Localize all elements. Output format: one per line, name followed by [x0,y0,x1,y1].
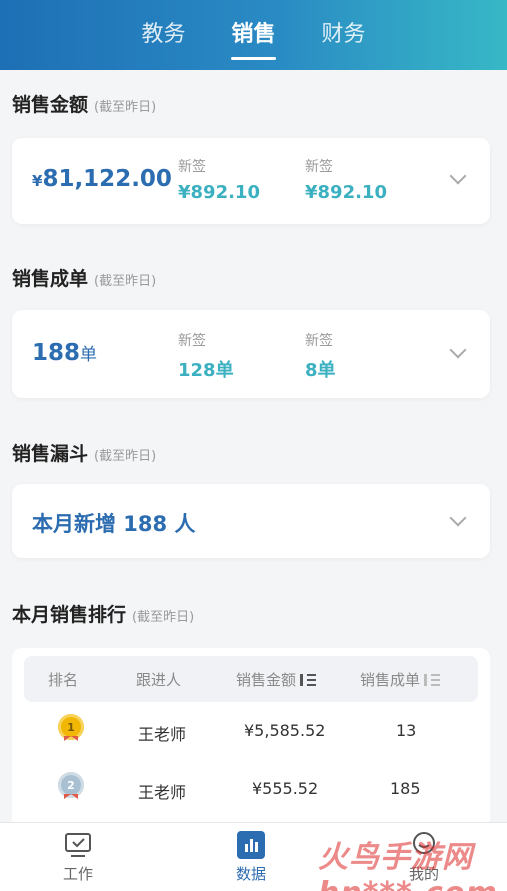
sales-amount-cell: ¥555.52 [252,779,319,798]
stat-value: 128单 [178,360,234,381]
section-subtitle: (截至昨日) [94,449,157,464]
chevron-down-icon[interactable] [449,341,467,359]
section-heading: 销售金额 [12,94,89,116]
nav-label: 数据 [235,865,266,883]
section-heading: 本月销售排行 [12,604,127,626]
col-sales-amount-label: 销售金额 [236,671,297,689]
sales-amount-title: 销售金额 (截至昨日) [12,90,156,117]
orders-value: 188 [32,340,81,366]
tab-sales[interactable]: 销售 [231,16,276,60]
col-sales-orders[interactable]: 销售成单 [360,669,441,690]
sales-orders-title: 销售成单 (截至昨日) [12,264,156,291]
rank-number: 2 [67,778,75,792]
section-subtitle: (截至昨日) [94,100,157,115]
sales-amount-value: 81,122.00 [42,166,172,192]
ranking-table: 排名 跟进人 销售金额 销售成单 1 王老师 ¥5,585.52 13 2 王老… [12,648,490,828]
ranking-title: 本月销售排行 (截至昨日) [12,600,194,627]
funnel-card[interactable]: 本月新增 188 人 [12,484,490,558]
funnel-title: 销售漏斗 (截至昨日) [12,439,156,466]
rank-number: 1 [67,720,75,734]
sales-orders-card[interactable]: 188单 新签 128单 新签 8单 [12,310,490,398]
ribbon-icon [64,736,78,741]
stat-value: 8单 [305,360,336,381]
new-signed-orders-1: 新签 128单 [178,330,234,382]
sales-orders-total: 188单 [32,340,97,366]
new-signed-amount-1: 新签 ¥892.10 [178,156,260,203]
col-sales-orders-label: 销售成单 [360,671,421,689]
section-subtitle: (截至昨日) [132,610,195,625]
sales-amount-total: ¥81,122.00 [32,166,172,192]
col-sales-amount[interactable]: 销售金额 [236,669,317,690]
stat-value: ¥892.10 [305,182,387,203]
nav-work[interactable]: 工作 [38,831,118,884]
sales-orders-cell: 185 [390,779,421,798]
new-signed-orders-2: 新签 8单 [305,330,336,382]
sales-amount-cell: ¥5,585.52 [244,721,326,740]
col-follower: 跟进人 [136,671,182,689]
section-heading: 销售漏斗 [12,443,89,465]
sort-icon[interactable] [300,673,317,687]
section-heading: 销售成单 [12,268,89,290]
top-tab-bar: 教务 销售 财务 [0,0,507,70]
col-rank: 排名 [48,671,79,689]
currency-symbol: ¥ [32,172,43,190]
nav-data[interactable]: 数据 [211,831,291,884]
monitor-check-icon [64,831,92,859]
funnel-new-this-month: 本月新增 188 人 [32,512,196,536]
chevron-down-icon[interactable] [449,167,467,185]
stat-label: 新签 [178,159,206,175]
stat-value: ¥892.10 [178,182,260,203]
tab-finance[interactable]: 财务 [322,16,366,54]
sales-orders-cell: 13 [396,721,417,740]
section-subtitle: (截至昨日) [94,274,157,289]
sort-icon[interactable] [424,673,441,687]
follower-name: 王老师 [138,725,187,744]
stat-label: 新签 [305,333,333,349]
watermark: 火鸟手游网 hn***.com [318,840,497,891]
ranking-table-header: 排名 跟进人 销售金额 销售成单 [24,656,478,702]
nav-label: 工作 [62,865,93,883]
sales-amount-card[interactable]: ¥81,122.00 新签 ¥892.10 新签 ¥892.10 [12,138,490,224]
bar-chart-icon [237,831,265,859]
ribbon-icon [64,794,78,799]
orders-unit: 单 [80,345,98,365]
chevron-down-icon[interactable] [449,509,467,527]
stat-label: 新签 [305,159,333,175]
follower-name: 王老师 [138,783,187,802]
stat-label: 新签 [178,333,206,349]
new-signed-amount-2: 新签 ¥892.10 [305,156,387,203]
tab-academic[interactable]: 教务 [141,16,185,54]
